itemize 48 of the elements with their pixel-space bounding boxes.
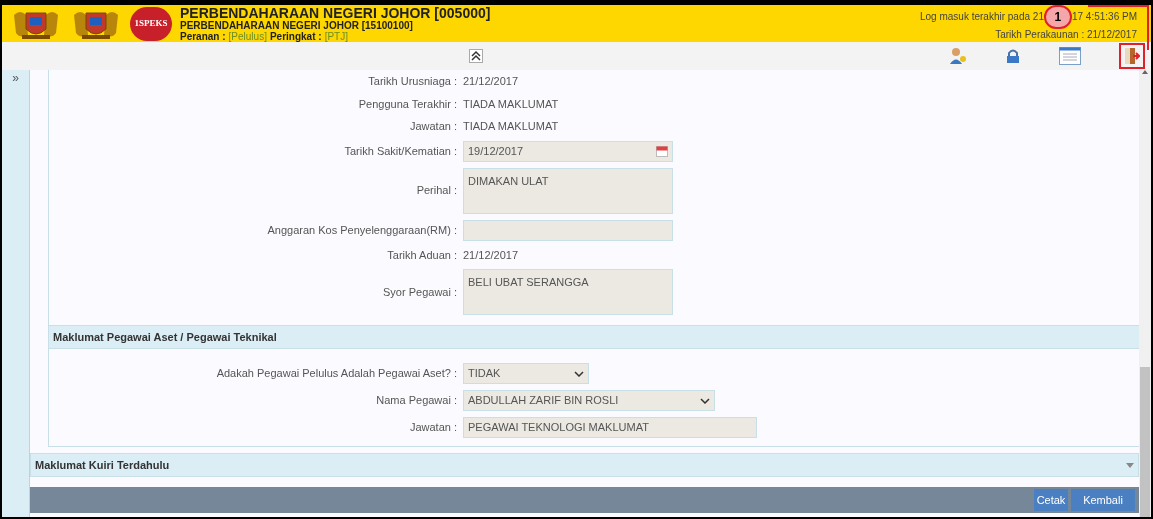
lock-icon[interactable] xyxy=(1005,48,1021,64)
input-field[interactable] xyxy=(463,219,673,241)
dropdown-field[interactable]: ABDULLAH ZARIF BIN ROSLI xyxy=(463,390,715,411)
logout-door-icon[interactable] xyxy=(1124,47,1140,65)
field-value: 21/12/2017 xyxy=(463,74,519,89)
annotation-marker: 1 xyxy=(1043,5,1072,29)
field-label: Anggaran Kos Penyelenggaraan(RM) : xyxy=(266,222,458,238)
role-value: [Pelulus] xyxy=(228,30,267,42)
user-key-icon[interactable] xyxy=(949,47,967,65)
input-field[interactable]: PEGAWAI TEKNOLOGI MAKLUMAT xyxy=(463,417,757,438)
field-label: Jawatan : xyxy=(408,420,458,436)
field-label: Tarikh Aduan : xyxy=(386,247,458,263)
accounting-date: Tarikh Perakaunan : 21/12/2017 xyxy=(995,28,1137,42)
field-label: Perihal : xyxy=(415,183,458,199)
app-logo: 1SPEKS xyxy=(130,6,172,41)
field-label: Pengguna Terakhir : xyxy=(357,96,458,112)
text-area[interactable]: BELI UBAT SERANGGA xyxy=(463,269,673,315)
header-title: PERBENDAHARAAN NEGERI JOHOR [005000] xyxy=(180,5,491,20)
action-button[interactable]: Kembali xyxy=(1071,489,1135,511)
annotation-leader-line xyxy=(1088,5,1150,50)
level-value: [PTJ] xyxy=(324,30,348,42)
sidebar-toggle[interactable]: » xyxy=(12,72,19,84)
field-value: 21/12/2017 xyxy=(463,247,519,263)
collapse-up-icon[interactable] xyxy=(468,49,483,63)
scrollbar-thumb[interactable] xyxy=(1140,367,1150,517)
list-view-icon[interactable] xyxy=(1059,47,1081,65)
last-login-text: 17 4:51:36 PM xyxy=(1071,10,1137,24)
text-area[interactable]: DIMAKAN ULAT xyxy=(463,167,673,214)
section-title: Maklumat Pegawai Aset / Pegawai Teknikal xyxy=(53,329,277,345)
calendar-icon[interactable] xyxy=(656,145,668,157)
header-subtitle: PERBENDAHARAAN NEGERI JOHOR [15100100] xyxy=(180,19,414,31)
field-value: TIADA MAKLUMAT xyxy=(463,119,559,134)
date-field[interactable]: 19/12/2017 xyxy=(463,140,673,162)
field-label: Jawatan : xyxy=(408,119,458,134)
field-value: TIADA MAKLUMAT xyxy=(463,96,559,112)
role-label: Peranan : xyxy=(180,30,226,42)
field-label: Syor Pegawai : xyxy=(382,284,458,300)
action-button[interactable]: Cetak xyxy=(1034,489,1068,511)
level-label: Peringkat : xyxy=(269,30,322,42)
chevron-down-icon xyxy=(700,397,710,404)
field-label: Adakah Pegawai Pelulus Adalah Pegawai Aset? : xyxy=(215,366,458,382)
field-label: Tarikh Urusniaga : xyxy=(367,74,458,89)
field-label: Tarikh Sakit/Kematian : xyxy=(343,143,458,159)
chevron-down-icon xyxy=(574,370,584,377)
collapsible-header[interactable]: Maklumat Kuiri Terdahulu xyxy=(30,453,1139,477)
last-login-text: Log masuk terakhir pada 21 xyxy=(920,10,1044,24)
field-label: Nama Pegawai : xyxy=(375,393,458,409)
dropdown-field[interactable]: TIDAK xyxy=(463,363,589,384)
